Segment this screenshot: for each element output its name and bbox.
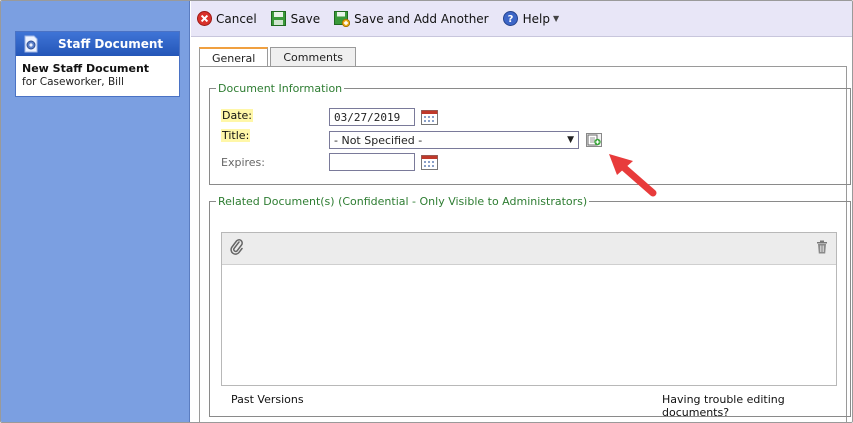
record-subtitle: for Caseworker, Bill (22, 76, 124, 88)
add-item-icon[interactable] (586, 133, 602, 147)
help-label: Help (522, 11, 550, 26)
save-and-add-label: Save and Add Another (354, 11, 489, 26)
expires-label-row: Expires: (221, 156, 265, 169)
help-menu-button[interactable]: ? Help ▼ (503, 11, 560, 27)
related-documents-legend: Related Document(s) (Confidential - Only… (218, 195, 588, 208)
date-label: Date: (221, 109, 253, 122)
cancel-button[interactable]: Cancel (196, 11, 257, 27)
related-documents-toolbar (222, 233, 836, 265)
trash-icon[interactable] (816, 240, 828, 257)
calendar-icon[interactable] (421, 109, 438, 125)
record-card-header: Staff Document (16, 32, 179, 56)
tab-comments-label: Comments (283, 51, 343, 64)
cancel-label: Cancel (216, 11, 257, 26)
related-documents-list[interactable] (221, 232, 837, 386)
past-versions-link[interactable]: Past Versions (231, 393, 304, 406)
title-label: Title: (221, 129, 251, 142)
save-button[interactable]: Save (271, 11, 320, 27)
save-icon (271, 11, 287, 27)
toolbar: Cancel Save Save and Add Another ? Help … (191, 1, 852, 37)
date-field[interactable]: 03/27/2019 (329, 108, 415, 126)
date-row: 03/27/2019 (329, 108, 438, 126)
left-sidebar: Staff Document New Staff Document for Ca… (1, 1, 190, 422)
tab-general-label: General (212, 52, 256, 65)
expires-row (329, 153, 438, 171)
chevron-down-icon: ▼ (552, 14, 560, 23)
calendar-icon[interactable] (421, 154, 438, 170)
title-select-value: - Not Specified - (334, 133, 423, 147)
title-select[interactable]: - Not Specified - ▼ (329, 131, 579, 149)
title-label-row: Title: (221, 129, 251, 142)
title-row: - Not Specified - ▼ (329, 131, 602, 149)
window-frame: Staff Document New Staff Document for Ca… (0, 0, 853, 423)
document-gear-icon (22, 35, 40, 53)
help-icon: ? (503, 11, 519, 27)
date-label-row: Date: (221, 109, 253, 122)
record-card-title: Staff Document (58, 37, 164, 51)
save-label: Save (290, 11, 321, 26)
paperclip-icon[interactable] (230, 239, 244, 258)
record-card[interactable]: Staff Document New Staff Document for Ca… (15, 31, 180, 97)
record-title: New Staff Document (22, 62, 150, 75)
tab-comments[interactable]: Comments (270, 47, 356, 67)
document-information-legend: Document Information (218, 82, 343, 95)
svg-text:?: ? (508, 14, 514, 25)
annotation-arrow-icon (609, 154, 657, 197)
trouble-editing-link[interactable]: Having trouble editing documents? (662, 393, 852, 419)
save-add-icon (334, 10, 351, 27)
dropdown-arrow-icon: ▼ (567, 135, 574, 145)
tab-bar: General Comments (199, 47, 358, 68)
cancel-icon (196, 11, 212, 27)
tab-general[interactable]: General (199, 47, 269, 68)
expires-label: Expires: (221, 156, 265, 169)
expires-field[interactable] (329, 153, 415, 171)
save-and-add-button[interactable]: Save and Add Another (334, 10, 489, 27)
